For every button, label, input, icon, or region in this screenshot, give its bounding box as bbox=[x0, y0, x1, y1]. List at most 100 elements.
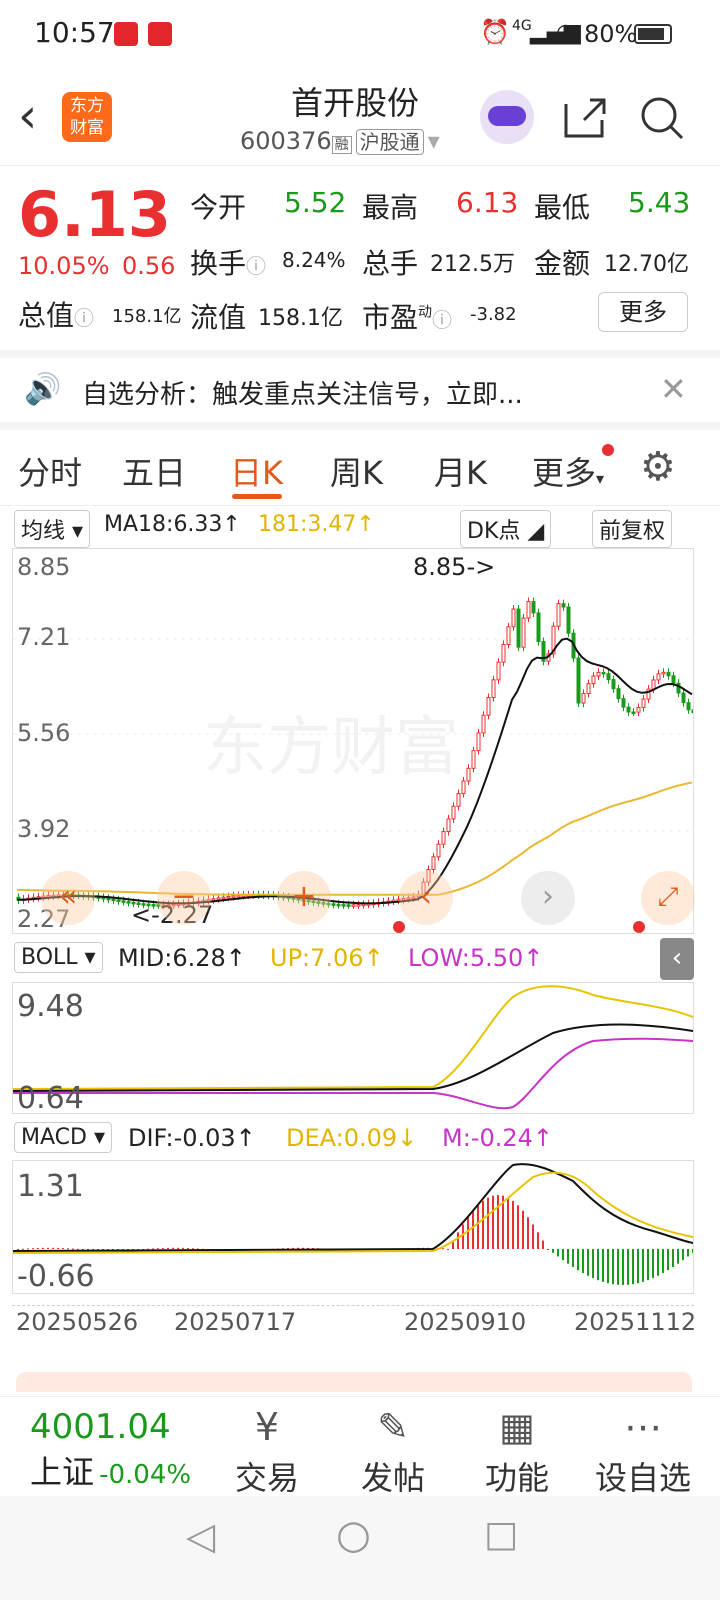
candle bbox=[236, 894, 241, 898]
macd-bar bbox=[577, 1249, 579, 1271]
more-button[interactable]: 更多 bbox=[598, 292, 688, 332]
scroll-left-fast-icon[interactable]: « bbox=[41, 871, 95, 925]
fullscreen-icon[interactable]: ⤢ bbox=[641, 871, 695, 925]
macd-bar bbox=[507, 1197, 509, 1249]
tab-rik[interactable]: 日K bbox=[230, 448, 283, 494]
change-pct: 10.05% bbox=[18, 252, 110, 280]
macd-select[interactable]: MACD ▾ bbox=[14, 1122, 112, 1153]
zoom-in-icon[interactable]: + bbox=[277, 871, 331, 925]
quote-panel: 6.13 10.05% 0.56 总值ⓘ 158.1亿 今开 5.52 最高 6… bbox=[0, 166, 720, 350]
candle bbox=[486, 697, 491, 716]
battery-icon bbox=[634, 24, 672, 44]
nav-post-label: 发帖 bbox=[360, 1459, 425, 1497]
edit-icon: ✎ bbox=[377, 1405, 409, 1449]
macd-bar bbox=[612, 1249, 614, 1285]
macd-bar bbox=[497, 1195, 499, 1249]
zoom-out-icon[interactable]: − bbox=[157, 871, 211, 925]
gear-icon[interactable]: ⚙ bbox=[640, 444, 676, 490]
back-icon[interactable]: ‹ bbox=[18, 88, 37, 144]
tab-more[interactable]: 更多▾ bbox=[532, 448, 604, 494]
scroll-right-icon[interactable]: › bbox=[521, 871, 575, 925]
candle bbox=[341, 904, 346, 907]
candle bbox=[556, 603, 561, 627]
candle bbox=[631, 711, 636, 715]
candle bbox=[581, 692, 586, 704]
boll-mid: MID:6.28↑ bbox=[118, 944, 246, 972]
notice-banner[interactable]: 🔊 自选分析：触发重点关注信号，立即... ✕ bbox=[0, 350, 720, 430]
candle bbox=[451, 805, 456, 820]
macd-bar bbox=[662, 1249, 664, 1274]
home-circle-icon[interactable]: ○ bbox=[336, 1512, 371, 1558]
promo-strip[interactable] bbox=[16, 1372, 692, 1392]
candle bbox=[506, 626, 511, 645]
change-value: 0.56 bbox=[122, 252, 176, 280]
adjust-button[interactable]: 前复权 bbox=[592, 510, 673, 548]
candle bbox=[126, 901, 131, 904]
boll-y-top: 9.48 bbox=[17, 989, 84, 1024]
volume-label: 总手 bbox=[362, 247, 419, 280]
macd-bar bbox=[27, 1248, 29, 1250]
macd-bar bbox=[672, 1249, 674, 1267]
candle bbox=[116, 899, 121, 902]
bottom-nav: 4001.04 上证 -0.04% ¥ 交易 ✎ 发帖 ▦ 功能 ⋯ 设自选 bbox=[0, 1396, 720, 1499]
candle bbox=[611, 679, 616, 690]
macd-bar bbox=[17, 1249, 19, 1250]
search-icon[interactable] bbox=[638, 94, 686, 142]
tab-yuek[interactable]: 月K bbox=[434, 448, 487, 494]
tab-zhouk[interactable]: 周K bbox=[330, 448, 383, 494]
nav-functions[interactable]: ▦ 功能 bbox=[462, 1405, 572, 1499]
candle bbox=[121, 900, 126, 903]
nav-trade[interactable]: ¥ 交易 bbox=[212, 1405, 322, 1499]
candle bbox=[566, 606, 571, 634]
dk-point-button[interactable]: DK点 ◢ bbox=[460, 510, 552, 548]
candle bbox=[606, 673, 611, 681]
tab-fenshi[interactable]: 分时 bbox=[18, 448, 82, 494]
signal-dot bbox=[393, 921, 405, 933]
candle bbox=[106, 897, 111, 901]
info-icon[interactable]: ⓘ bbox=[246, 254, 266, 278]
info-icon[interactable]: ⓘ bbox=[74, 306, 94, 330]
status-bar: 10:57 ⏰ 4G ▂▄▆ ◠ 80% bbox=[0, 0, 720, 70]
macd-panel[interactable]: 1.31 -0.66 bbox=[12, 1160, 694, 1294]
macd-bar bbox=[192, 1248, 194, 1250]
candle bbox=[511, 608, 516, 628]
kline-main-panel[interactable]: 东方财富 8.85 7.21 5.56 3.92 2.27 8.85-> <-2… bbox=[12, 548, 695, 934]
ma181-value: 181:3.47↑ bbox=[258, 512, 375, 537]
app-logo[interactable]: 东方 财富 bbox=[62, 92, 112, 142]
macd-bar bbox=[597, 1249, 599, 1281]
x-date-2: 20250717 bbox=[174, 1308, 297, 1336]
macd-bar bbox=[522, 1210, 524, 1249]
scroll-left-icon[interactable]: ‹ bbox=[399, 871, 453, 925]
red-dot-badge bbox=[602, 444, 614, 456]
alarm-icon: ⏰ bbox=[480, 18, 510, 46]
ma18-value: MA18:6.33↑ bbox=[104, 512, 241, 537]
macd-bar bbox=[592, 1249, 594, 1279]
macd-dif: DIF:-0.03↑ bbox=[128, 1124, 256, 1152]
macd-bar bbox=[167, 1247, 169, 1249]
close-icon[interactable]: ✕ bbox=[660, 370, 687, 408]
info-icon[interactable]: ⓘ bbox=[432, 308, 452, 332]
macd-bar bbox=[642, 1249, 644, 1282]
recents-square-icon[interactable]: □ bbox=[484, 1514, 518, 1555]
boll-svg bbox=[13, 985, 693, 1110]
amount-value: 12.70亿 bbox=[604, 252, 689, 277]
collapse-icon[interactable]: ‹ bbox=[660, 938, 694, 980]
macd-bar bbox=[482, 1200, 484, 1249]
candle bbox=[216, 897, 221, 900]
back-triangle-icon[interactable]: ◁ bbox=[186, 1514, 215, 1558]
low-label: 最低 bbox=[534, 191, 591, 224]
chevron-down-icon[interactable]: ▾ bbox=[428, 127, 440, 155]
network-label: 4G bbox=[512, 18, 532, 34]
nav-post[interactable]: ✎ 发帖 bbox=[338, 1405, 448, 1499]
grid-icon: ▦ bbox=[499, 1405, 535, 1449]
tab-wuri[interactable]: 五日 bbox=[122, 448, 186, 494]
robot-assistant-icon[interactable] bbox=[480, 90, 534, 144]
boll-select[interactable]: BOLL ▾ bbox=[14, 942, 103, 973]
index-widget[interactable]: 4001.04 上证 -0.04% bbox=[30, 1407, 191, 1493]
yen-circle-icon: ¥ bbox=[254, 1405, 280, 1449]
boll-panel[interactable]: 9.48 0.64 bbox=[12, 982, 694, 1116]
nav-add-watchlist[interactable]: ⋯ 设自选 bbox=[588, 1405, 698, 1499]
macd-bar bbox=[587, 1249, 589, 1276]
share-icon[interactable] bbox=[562, 96, 608, 140]
ma-select[interactable]: 均线 ▾ bbox=[14, 510, 91, 548]
